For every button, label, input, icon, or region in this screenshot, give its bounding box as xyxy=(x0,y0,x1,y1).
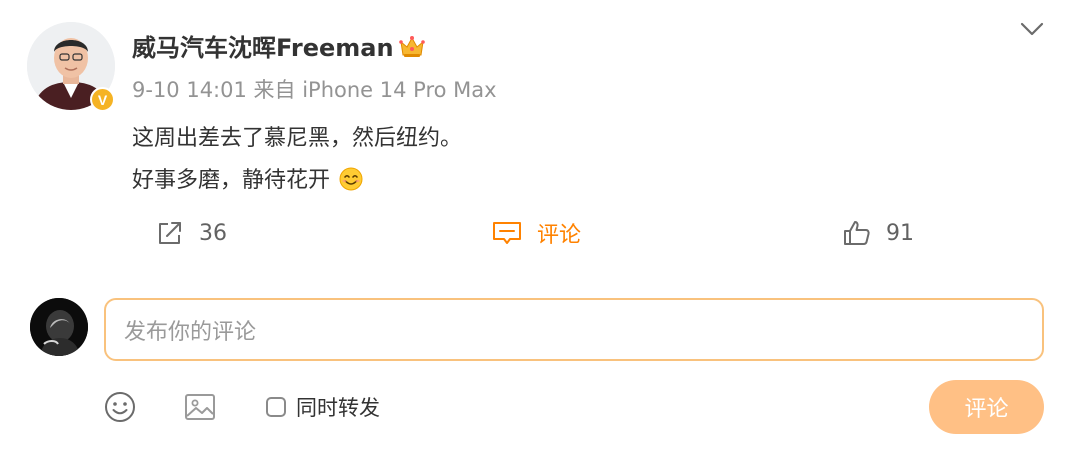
repost-checkbox[interactable]: 同时转发 xyxy=(266,392,380,422)
comment-label: 评论 xyxy=(537,223,582,248)
emoji-picker-icon[interactable] xyxy=(103,390,137,424)
post-content-line: 这周出差去了慕尼黑，然后纽约。 xyxy=(132,126,463,151)
comment-input-placeholder: 发布你的评论 xyxy=(124,319,257,345)
share-count: 36 xyxy=(199,220,227,246)
crown-icon[interactable] xyxy=(398,33,426,61)
comment-button[interactable]: 评论 xyxy=(491,213,581,253)
like-count: 91 xyxy=(886,220,914,246)
share-icon xyxy=(159,222,181,244)
post-content-line-with-emoji: 好事多磨，静待花开 xyxy=(132,160,462,202)
comment-icon xyxy=(493,222,521,244)
verified-badge-icon: V xyxy=(90,87,115,112)
image-upload-icon[interactable] xyxy=(183,390,217,424)
post-meta: 9-10 14:01 来自 iPhone 14 Pro Max xyxy=(132,76,497,104)
author-name[interactable]: 威马汽车沈晖Freeman xyxy=(132,32,394,64)
share-button[interactable]: 36 xyxy=(155,213,227,253)
smile-emoji-icon xyxy=(339,164,363,191)
comment-input[interactable]: 发布你的评论 xyxy=(104,298,1044,361)
submit-comment-button[interactable]: 评论 xyxy=(929,380,1044,434)
like-button[interactable]: 91 xyxy=(842,213,914,253)
repost-label: 同时转发 xyxy=(296,396,380,420)
chevron-down-icon[interactable] xyxy=(1018,18,1046,40)
post-timestamp: 9-10 14:01 xyxy=(132,78,247,102)
checkbox-icon[interactable] xyxy=(266,397,286,417)
current-user-avatar[interactable] xyxy=(30,298,88,356)
post-source: 来自 iPhone 14 Pro Max xyxy=(253,78,497,102)
submit-comment-label: 评论 xyxy=(964,397,1009,422)
thumbs-up-icon xyxy=(844,221,870,245)
post-content: 这周出差去了慕尼黑，然后纽约。 好事多磨，静待花开 xyxy=(132,118,462,202)
post-content-line: 好事多磨，静待花开 xyxy=(132,168,331,193)
